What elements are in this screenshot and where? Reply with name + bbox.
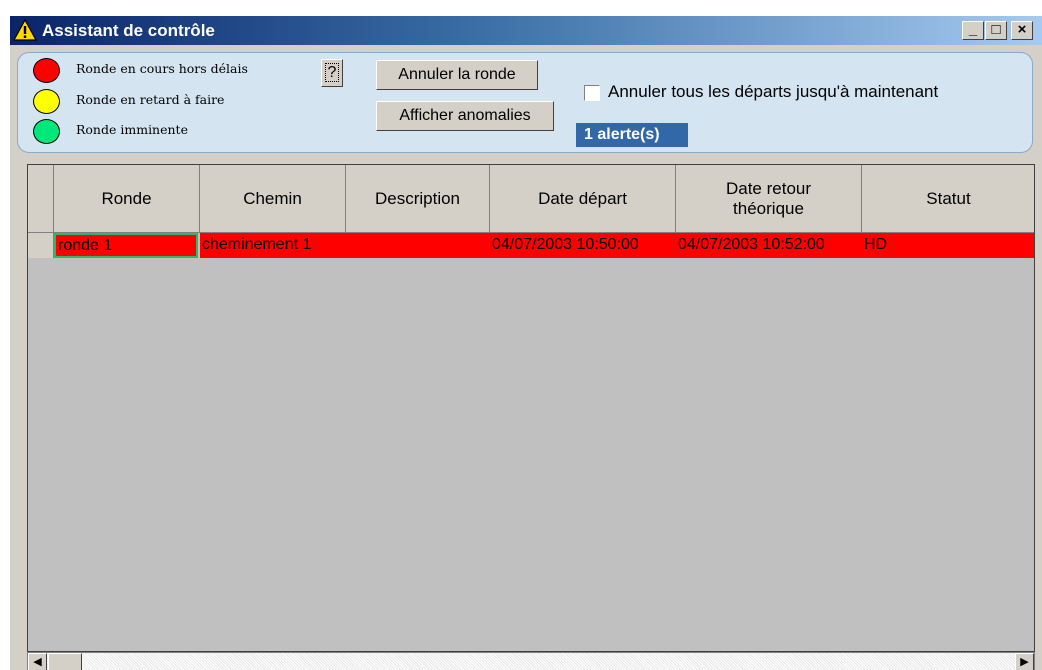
cancel-all-checkbox[interactable] — [584, 85, 600, 101]
cell-description[interactable] — [346, 233, 490, 258]
red-light-icon — [33, 58, 60, 83]
column-header-date-depart[interactable]: Date départ — [490, 165, 676, 233]
scroll-left-icon[interactable]: ◀ — [28, 653, 47, 670]
cell-date-depart[interactable]: 04/07/2003 10:50:00 — [490, 233, 676, 258]
column-header-ronde[interactable]: Ronde — [54, 165, 200, 233]
scroll-thumb[interactable] — [48, 653, 82, 670]
cancel-round-button[interactable]: Annuler la ronde — [376, 60, 538, 90]
alert-count-badge: 1 alerte(s) — [576, 123, 688, 147]
legend-late-todo: Ronde en retard à faire — [76, 92, 225, 107]
yellow-light-icon — [33, 89, 60, 114]
minimize-button[interactable]: _ — [962, 21, 984, 40]
cancel-all-label: Annuler tous les départs jusqu'à mainten… — [608, 82, 939, 101]
column-header-statut[interactable]: Statut — [862, 165, 1034, 233]
close-button[interactable]: × — [1011, 21, 1033, 40]
column-header-date-retour[interactable]: Date retour théorique — [676, 165, 862, 233]
cell-date-retour[interactable]: 04/07/2003 10:52:00 — [676, 233, 862, 258]
cell-statut[interactable]: HD — [862, 233, 1034, 258]
row-selector[interactable] — [28, 233, 54, 258]
horizontal-scrollbar[interactable]: ◀ ▶ — [27, 652, 1035, 670]
help-button[interactable]: ? — [321, 59, 343, 87]
legend-imminent: Ronde imminente — [76, 122, 188, 137]
title-bar[interactable]: Assistant de contrôle _ □ × — [10, 16, 1042, 45]
cell-ronde[interactable]: ronde 1 — [54, 233, 198, 258]
column-header-chemin[interactable]: Chemin — [200, 165, 346, 233]
header-corner — [28, 165, 54, 233]
maximize-button[interactable]: □ — [985, 21, 1007, 40]
legend-late-running: Ronde en cours hors délais — [76, 61, 248, 76]
rounds-table[interactable]: Ronde Chemin Description Date départ Dat… — [27, 164, 1035, 652]
show-anomalies-button[interactable]: Afficher anomalies — [376, 101, 554, 131]
green-light-icon — [33, 119, 60, 144]
help-button-label: ? — [324, 63, 340, 82]
scroll-right-icon[interactable]: ▶ — [1015, 653, 1034, 670]
control-assistant-window: Assistant de contrôle _ □ × Ronde en cou… — [10, 16, 1042, 670]
column-header-description[interactable]: Description — [346, 165, 490, 233]
warning-icon — [13, 19, 37, 41]
window-title: Assistant de contrôle — [42, 21, 215, 40]
cell-chemin[interactable]: cheminement 1 — [200, 233, 346, 258]
